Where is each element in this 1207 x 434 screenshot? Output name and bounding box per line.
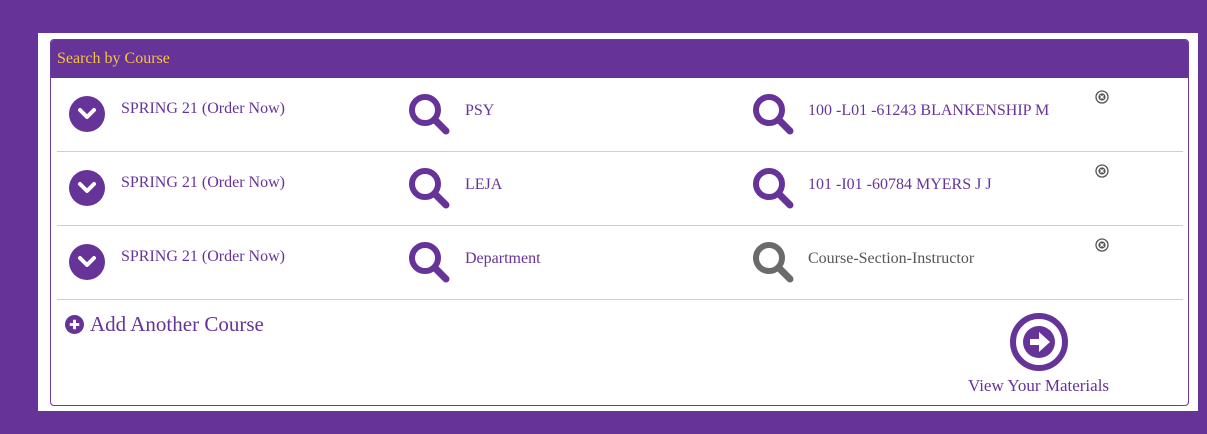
add-another-course-link[interactable]: Add Another Course [65,312,264,337]
search-icon[interactable] [751,240,795,284]
close-icon[interactable] [1095,238,1109,252]
arrow-right-circle-icon [1009,313,1068,371]
chevron-down-icon[interactable] [69,244,105,280]
search-by-course-panel: Search by Course SPRING 21 (Order Now) P… [50,39,1189,406]
view-materials-button[interactable]: View Your Materials [956,312,1121,400]
search-icon[interactable] [407,92,451,136]
chevron-down-icon[interactable] [69,96,105,132]
course-section-instructor-field[interactable]: Course-Section-Instructor [808,250,974,268]
course-section-instructor-field[interactable]: 101 -I01 -60784 MYERS J J [808,176,992,194]
search-icon[interactable] [407,166,451,210]
term-select[interactable]: SPRING 21 (Order Now) [121,100,285,118]
course-row: SPRING 21 (Order Now) PSY 100 -L01 -6124… [57,78,1183,152]
chevron-down-icon[interactable] [69,170,105,206]
department-field[interactable]: Department [465,250,541,268]
plus-circle-icon [65,315,84,334]
search-icon[interactable] [751,92,795,136]
add-another-course-label: Add Another Course [90,312,264,336]
term-select[interactable]: SPRING 21 (Order Now) [121,174,285,192]
course-row: SPRING 21 (Order Now) LEJA 101 -I01 -607… [57,152,1183,226]
department-field[interactable]: PSY [465,102,494,120]
course-section-instructor-field[interactable]: 100 -L01 -61243 BLANKENSHIP M [808,102,1049,120]
term-select[interactable]: SPRING 21 (Order Now) [121,248,285,266]
department-field[interactable]: LEJA [465,176,502,194]
panel-title: Search by Course [51,40,1188,78]
course-row: SPRING 21 (Order Now) Department Course-… [57,226,1183,300]
view-materials-label: View Your Materials [967,376,1110,395]
page-frame: Search by Course SPRING 21 (Order Now) P… [38,33,1198,411]
search-icon[interactable] [751,166,795,210]
close-icon[interactable] [1095,90,1109,104]
close-icon[interactable] [1095,164,1109,178]
search-icon[interactable] [407,240,451,284]
